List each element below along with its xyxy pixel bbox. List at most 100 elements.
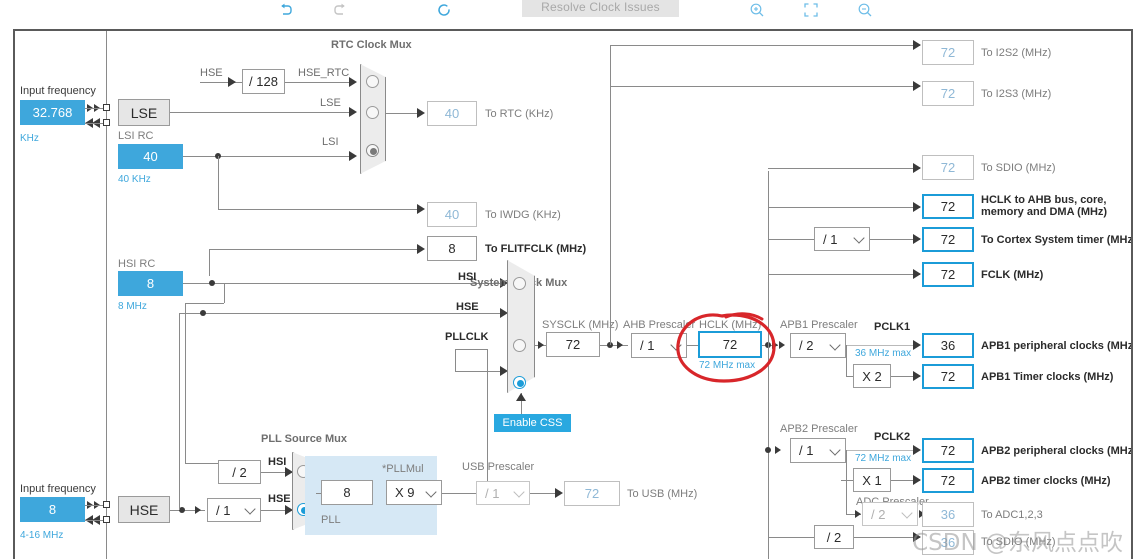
hse-wire-bottom: [85, 520, 103, 521]
cortex-prescaler-value: / 1: [823, 231, 838, 247]
hsi-pll-div-wire: [185, 463, 218, 464]
hse-to-sysmux-arrow: [500, 308, 508, 318]
apb2-junction-dot: [765, 447, 771, 453]
i2s3-wire: [610, 86, 920, 87]
hse-rtc-divider: / 128: [242, 69, 285, 94]
to-adc-label: To ADC1,2,3: [981, 509, 1043, 521]
pclk1-wire: [846, 345, 918, 346]
flitfclk-arrow: [417, 244, 425, 254]
usb-out-arrow: [555, 488, 563, 498]
apb2-in-arrow: [775, 446, 781, 454]
apb2-multiplier: X 1: [853, 468, 891, 492]
hclk-ahb-bus-value: 72: [922, 194, 974, 219]
zoom-out-icon[interactable]: [855, 0, 875, 20]
flitfclk-riser: [209, 249, 210, 276]
i2s2-arrow: [913, 40, 921, 50]
sysmux-option-hsi[interactable]: [513, 277, 526, 290]
flitfclk-wire: [209, 249, 421, 250]
chevron-down-icon: [901, 507, 913, 519]
lsi-value[interactable]: 40: [118, 144, 183, 169]
sysclk-i2s-riser: [610, 45, 611, 345]
pllmul-select[interactable]: X 9: [386, 480, 442, 505]
adc-prescaler-select: / 2: [862, 502, 918, 526]
hsi-value[interactable]: 8: [118, 271, 183, 296]
chevron-down-icon: [829, 338, 841, 351]
lse-unit-label: KHz: [20, 133, 39, 144]
pclk2-wire: [846, 450, 918, 451]
apb1-prescaler-select[interactable]: / 2: [790, 333, 846, 358]
lse-oscillator-block[interactable]: LSE: [118, 99, 170, 126]
bottom-divider: / 2: [814, 525, 854, 549]
hse-oscillator-block[interactable]: HSE: [118, 496, 170, 523]
sysmux-option-pllclk[interactable]: [513, 376, 526, 389]
adc-in-arrow: [855, 510, 861, 518]
rtc-mux-option-lsi[interactable]: [366, 144, 379, 157]
pll-hse-arrow: [285, 505, 293, 515]
clock-configuration-canvas[interactable]: Input frequency 32.768 KHz LSE LSI RC 40…: [13, 29, 1133, 559]
apb1-max-label: 36 MHz max: [855, 348, 912, 359]
apb1-prescaler-title: APB1 Prescaler: [780, 319, 858, 331]
fclk-value: 72: [922, 262, 974, 287]
i2s2-wire: [610, 45, 920, 46]
fit-to-screen-icon[interactable]: [801, 0, 821, 20]
sysclk-in-arrow: [538, 341, 544, 349]
hse-sysmux-wire: [179, 313, 501, 314]
enable-css-button[interactable]: Enable CSS: [494, 414, 571, 432]
css-arrow: [516, 393, 526, 401]
to-iwdg-label: To IWDG (KHz): [485, 209, 561, 221]
fclk-wire: [768, 274, 920, 275]
to-usb-value: 72: [564, 481, 620, 506]
chevron-down-icon: [513, 486, 525, 498]
undo-icon[interactable]: [274, 0, 296, 20]
resolve-clock-issues-button[interactable]: Resolve Clock Issues: [522, 0, 679, 17]
lse-wire-top: [85, 108, 103, 109]
rtc-mux-option-hse-rtc[interactable]: [366, 75, 379, 88]
sdio-arrow: [913, 163, 921, 173]
apb2-max-label: 72 MHz max: [855, 453, 912, 464]
zoom-in-icon[interactable]: [747, 0, 767, 20]
chevron-down-icon: [829, 443, 841, 456]
chevron-down-icon: [853, 232, 865, 244]
rtc-mux-option-lse[interactable]: [366, 106, 379, 119]
pclk1-label: PCLK1: [874, 321, 911, 333]
cortex-arrow: [913, 234, 921, 244]
to-rtc-label: To RTC (KHz): [485, 108, 554, 120]
hclk-ahb-bus-label: HCLK to AHB bus, core, memory and DMA (M…: [981, 194, 1108, 218]
cortex-prescaler-select[interactable]: / 1: [814, 227, 870, 251]
lse-input-frequency-label: Input frequency: [20, 85, 96, 97]
apb2-timer-label: APB2 timer clocks (MHz): [981, 475, 1111, 487]
hse-rtc-signal-label: HSE_RTC: [298, 67, 350, 79]
apb1-peripheral-label: APB1 peripheral clocks (MHz): [981, 340, 1133, 352]
to-usb-label: To USB (MHz): [627, 488, 698, 500]
refresh-icon[interactable]: [432, 0, 456, 20]
ahb-prescaler-select[interactable]: / 1: [631, 333, 687, 358]
ahb-bus-wire: [768, 207, 920, 208]
apb1-prescaler-value: / 2: [799, 338, 814, 353]
hclk-title: HCLK (MHz): [699, 319, 762, 331]
hse-divider-select[interactable]: / 1: [207, 498, 261, 522]
lse-input-frequency-value[interactable]: 32.768: [20, 100, 85, 125]
hse-div128-input-label: HSE: [200, 67, 223, 79]
lsi-to-rtcmux-wire: [183, 156, 350, 157]
bottom-div-in-wire: [768, 537, 815, 538]
sysmux-option-hse[interactable]: [513, 339, 526, 352]
to-sdio-label: To SDIO (MHz): [981, 162, 1056, 174]
toolbar: Resolve Clock Issues: [0, 0, 1138, 22]
pllmul-title: *PLLMul: [382, 463, 424, 475]
pll-input-value[interactable]: 8: [321, 480, 373, 505]
pll-hsi-divider: / 2: [218, 460, 261, 484]
redo-icon: [330, 0, 352, 20]
hse-div128-in-arrow: [228, 77, 236, 87]
chevron-down-icon: [425, 485, 437, 498]
hclk-value[interactable]: 72: [698, 331, 762, 358]
apb1-timer-value: 72: [922, 364, 974, 389]
hse-input-frequency-value[interactable]: 8: [20, 497, 85, 522]
apb1-in-arrow: [779, 341, 785, 349]
lse-terminal-top: [103, 104, 110, 111]
pll-hsi-arrow: [285, 467, 293, 477]
hse-divider-value: / 1: [216, 502, 231, 518]
apb2-prescaler-select[interactable]: / 1: [790, 438, 846, 463]
sdio-wire: [768, 168, 920, 169]
apb2-peripheral-label: APB2 peripheral clocks (MHz): [981, 445, 1133, 457]
iwdg-arrow: [417, 204, 425, 214]
